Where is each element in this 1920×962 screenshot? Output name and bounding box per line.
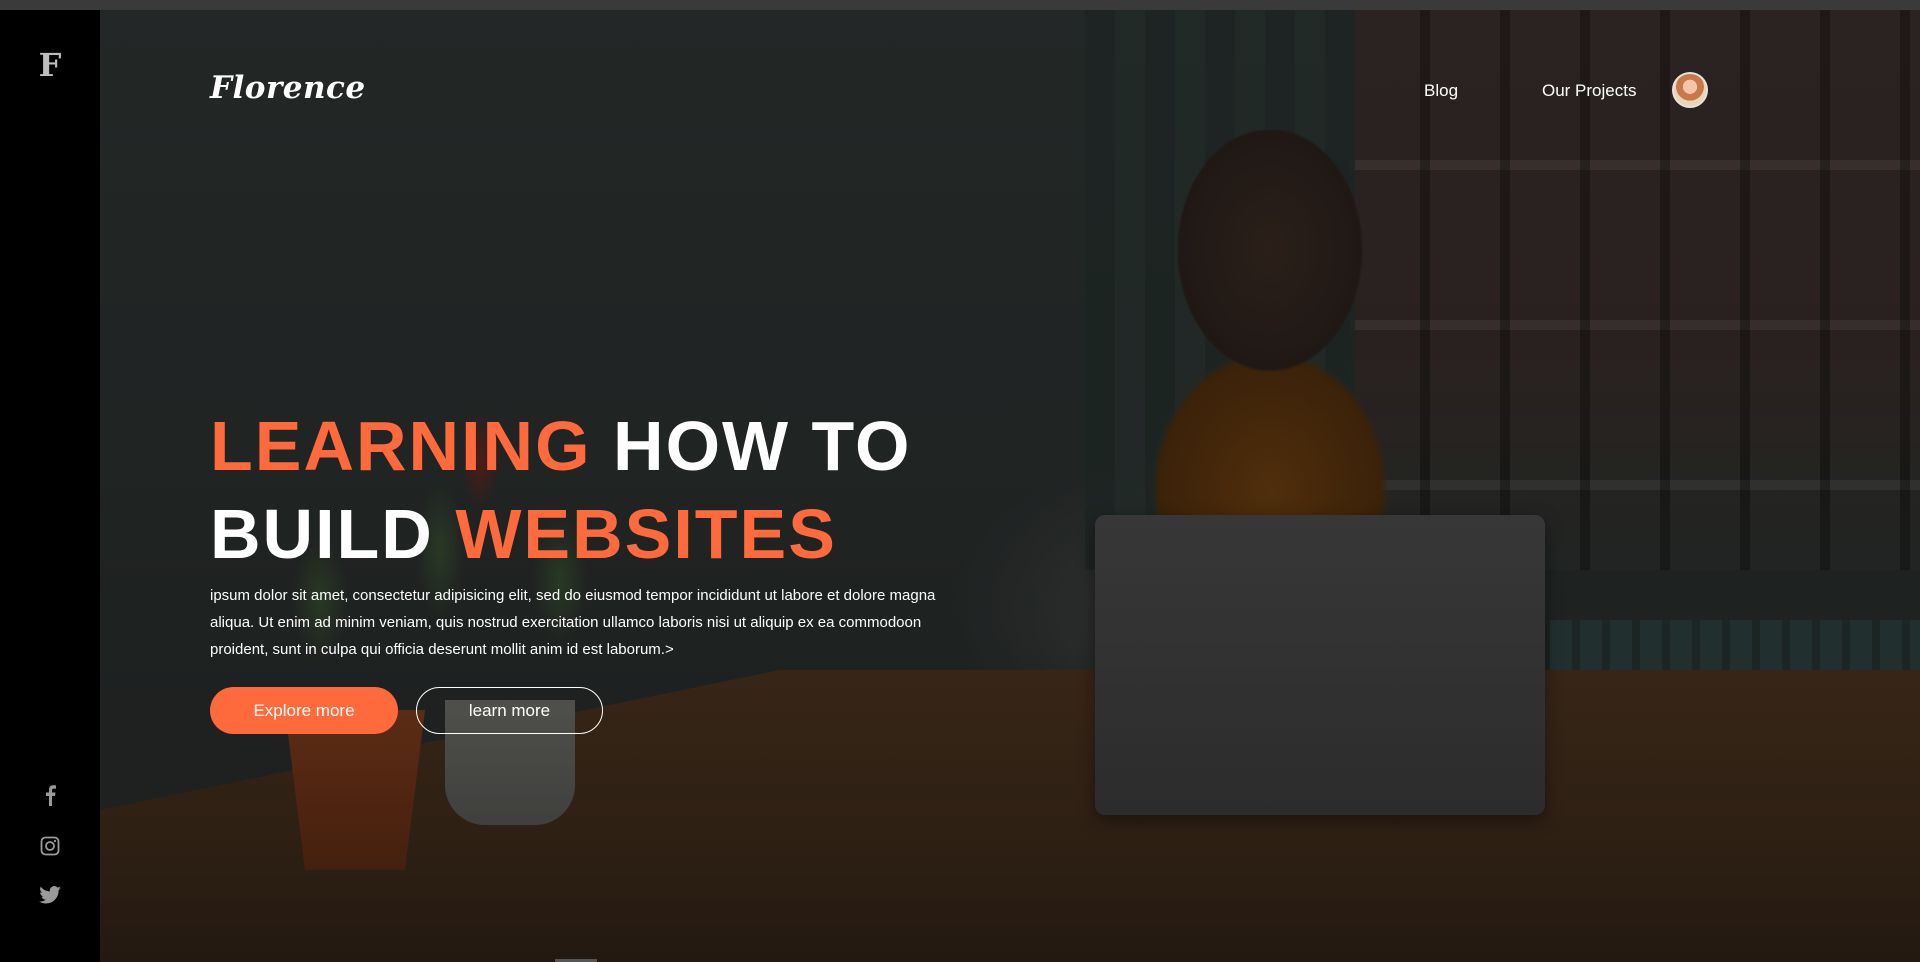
hero-headline: LEARNING HOW TO BUILD WEBSITES <box>210 402 970 578</box>
hero-section: Florence Blog Our Projects LEARNING HOW … <box>100 10 1920 962</box>
headline-accent: LEARNING <box>210 407 592 485</box>
headline-accent: WEBSITES <box>455 495 837 573</box>
facebook-link[interactable] <box>0 784 100 806</box>
nav-our-projects[interactable]: Our Projects <box>1542 81 1636 101</box>
brand-logo[interactable]: Florence <box>210 70 366 106</box>
sidebar: F <box>0 10 100 962</box>
learn-more-button[interactable]: learn more <box>416 687 603 734</box>
instagram-icon <box>40 836 60 856</box>
headline-text: BUILD <box>210 495 456 573</box>
instagram-link[interactable] <box>0 836 100 856</box>
headline-text: HOW TO <box>591 407 912 485</box>
explore-more-button[interactable]: Explore more <box>210 687 398 734</box>
avatar[interactable] <box>1672 72 1708 108</box>
twitter-link[interactable] <box>0 886 100 904</box>
page: F Florence Blog Our Projects LEARNING HO… <box>0 0 1920 962</box>
nav-blog[interactable]: Blog <box>1424 81 1458 101</box>
twitter-icon <box>39 886 61 904</box>
facebook-icon <box>46 785 56 806</box>
hero-description: ipsum dolor sit amet, consectetur adipis… <box>210 587 936 658</box>
sidebar-logo[interactable]: F <box>0 46 100 84</box>
